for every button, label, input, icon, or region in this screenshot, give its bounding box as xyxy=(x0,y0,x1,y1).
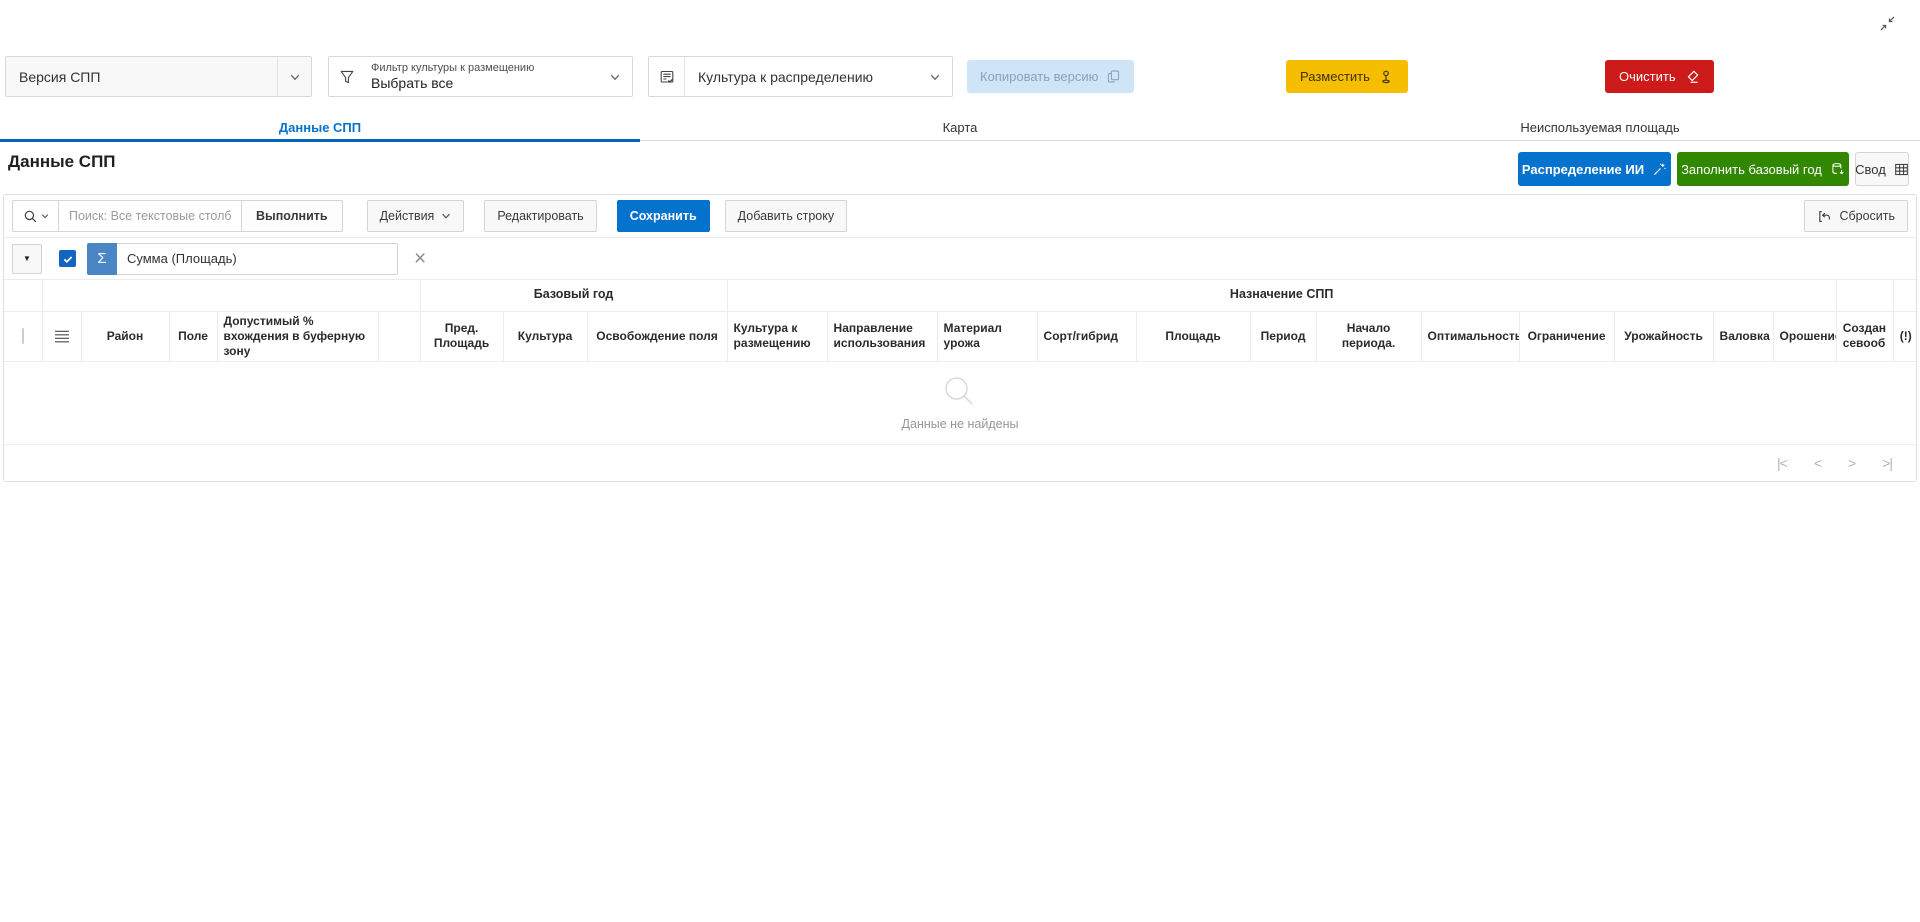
col-warning[interactable]: (!) xyxy=(1893,311,1916,361)
group-header-row: Базовый год Назначение СПП xyxy=(4,280,1916,311)
placement-filter-label: Фильтр культуры к размещению xyxy=(371,62,598,74)
save-button[interactable]: Сохранить xyxy=(617,200,710,232)
column-header-row: Район Поле Допустимый % вхождения в буфе… xyxy=(4,311,1916,361)
col-osvobozhdenie-polya[interactable]: Освобождение поля xyxy=(587,311,727,361)
aggregation-value[interactable]: Сумма (Площадь) xyxy=(117,243,398,275)
eraser-icon xyxy=(1684,69,1700,85)
summary-label: Свод xyxy=(1855,162,1886,177)
version-select[interactable]: Версия СПП xyxy=(5,56,312,97)
copy-version-label: Копировать версию xyxy=(980,69,1098,84)
pagination-prev-icon[interactable]: < xyxy=(1814,455,1821,471)
empty-message: Данные не найдены xyxy=(902,417,1019,431)
search-column-selector[interactable] xyxy=(12,200,59,232)
reset-icon xyxy=(1817,209,1832,224)
col-material-urozhaya[interactable]: Материал урожа xyxy=(937,311,1037,361)
col-ogranichenie[interactable]: Ограничение xyxy=(1519,311,1614,361)
close-icon[interactable]: × xyxy=(414,248,426,269)
aggregation-row: ▼ Σ Сумма (Площадь) × xyxy=(4,238,1916,280)
place-button[interactable]: Разместить xyxy=(1286,60,1408,93)
search-input[interactable] xyxy=(58,200,242,232)
select-all-checkbox[interactable] xyxy=(22,328,24,344)
checklist-icon xyxy=(649,57,685,96)
col-napravlenie-ispolzovaniya[interactable]: Направление использования xyxy=(827,311,937,361)
chevron-down-icon xyxy=(441,211,451,221)
empty-state: Данные не найдены xyxy=(4,362,1916,445)
col-ploshchad[interactable]: Площадь xyxy=(1136,311,1250,361)
check-icon xyxy=(62,253,74,265)
collapse-icon[interactable] xyxy=(1876,12,1898,34)
place-label: Разместить xyxy=(1300,69,1370,84)
aggregation-checkbox[interactable] xyxy=(59,250,76,267)
clear-label: Очистить xyxy=(1619,69,1676,84)
col-period[interactable]: Период xyxy=(1250,311,1316,361)
go-button[interactable]: Выполнить xyxy=(241,200,343,232)
fill-base-year-label: Заполнить базовый год xyxy=(1681,162,1822,177)
col-nachalo-perioda[interactable]: Начало периода. xyxy=(1316,311,1421,361)
chevron-down-icon[interactable] xyxy=(277,57,311,96)
actions-label: Действия xyxy=(380,209,435,223)
menu-icon[interactable] xyxy=(54,330,70,343)
sigma-icon: Σ xyxy=(87,243,117,275)
copy-icon xyxy=(1106,69,1121,84)
tab-bar: Данные СПП Карта Неиспользуемая площадь xyxy=(0,116,1920,141)
actions-menu-button[interactable]: Действия xyxy=(367,200,465,232)
edit-button[interactable]: Редактировать xyxy=(484,200,596,232)
data-table: Базовый год Назначение СПП Район Поле До… xyxy=(4,280,1916,362)
chevron-down-icon xyxy=(41,212,49,220)
caret-down-icon: ▼ xyxy=(23,254,31,263)
pagination-next-icon[interactable]: > xyxy=(1848,455,1855,471)
col-kultura[interactable]: Культура xyxy=(503,311,587,361)
filter-icon xyxy=(329,57,365,96)
placement-filter-value: Выбрать все xyxy=(371,75,598,91)
col-sort-gibrid[interactable]: Сорт/гибрид xyxy=(1037,311,1136,361)
col-oroshenie[interactable]: Орошение xyxy=(1773,311,1836,361)
magic-wand-icon xyxy=(1652,162,1667,177)
version-select-value: Версия СПП xyxy=(6,57,277,96)
pagination-bar: |< < > >| xyxy=(4,444,1916,481)
placement-filter-select[interactable]: Фильтр культуры к размещению Выбрать все xyxy=(328,56,633,97)
ai-distribution-button[interactable]: Распределение ИИ xyxy=(1518,152,1671,186)
col-valovka[interactable]: Валовка xyxy=(1713,311,1773,361)
data-grid-region: Выполнить Действия Редактировать Сохрани… xyxy=(3,194,1917,482)
pagination-first-icon[interactable]: |< xyxy=(1777,455,1787,471)
tab-neispolzuemaya-ploshchad[interactable]: Неиспользуемая площадь xyxy=(1280,116,1920,140)
search-icon xyxy=(942,374,978,410)
col-pred-ploshchad[interactable]: Пред. Площадь xyxy=(420,311,503,361)
group-base-year: Базовый год xyxy=(420,280,727,311)
search-icon xyxy=(23,209,38,224)
tab-karta[interactable]: Карта xyxy=(640,116,1280,140)
pin-icon xyxy=(1378,69,1394,85)
grid-icon xyxy=(1894,162,1909,177)
chevron-down-icon[interactable] xyxy=(918,57,952,96)
database-download-icon xyxy=(1830,162,1845,177)
col-sozdan-sevooborotom[interactable]: Создан севооб xyxy=(1836,311,1893,361)
aggregation-dropdown-button[interactable]: ▼ xyxy=(12,244,42,274)
page-title: Данные СПП xyxy=(8,152,116,172)
add-row-button[interactable]: Добавить строку xyxy=(725,200,847,232)
col-rayon[interactable]: Район xyxy=(81,311,169,361)
clear-button[interactable]: Очистить xyxy=(1605,60,1714,93)
pagination-last-icon[interactable]: >| xyxy=(1882,455,1892,471)
reset-button[interactable]: Сбросить xyxy=(1804,200,1908,232)
col-pole[interactable]: Поле xyxy=(169,311,217,361)
col-kultura-k-razmeshcheniyu[interactable]: Культура к размещению xyxy=(727,311,827,361)
distribution-culture-select[interactable]: Культура к распределению xyxy=(648,56,953,97)
copy-version-button[interactable]: Копировать версию xyxy=(967,60,1134,93)
ai-distribution-label: Распределение ИИ xyxy=(1522,162,1644,177)
chevron-down-icon[interactable] xyxy=(598,57,632,96)
distribution-culture-value: Культура к распределению xyxy=(685,57,918,96)
group-assignment: Назначение СПП xyxy=(727,280,1836,311)
fill-base-year-button[interactable]: Заполнить базовый год xyxy=(1677,152,1849,186)
col-optimalnost[interactable]: Оптимальность.. xyxy=(1421,311,1519,361)
col-urozhainost[interactable]: Урожайность xyxy=(1614,311,1713,361)
summary-button[interactable]: Свод xyxy=(1855,152,1909,186)
grid-toolbar: Выполнить Действия Редактировать Сохрани… xyxy=(4,195,1916,238)
col-dopustimyi-percent[interactable]: Допустимый % вхождения в буферную зону xyxy=(217,311,378,361)
reset-label: Сбросить xyxy=(1839,209,1895,223)
tab-dannye-spp[interactable]: Данные СПП xyxy=(0,116,640,140)
